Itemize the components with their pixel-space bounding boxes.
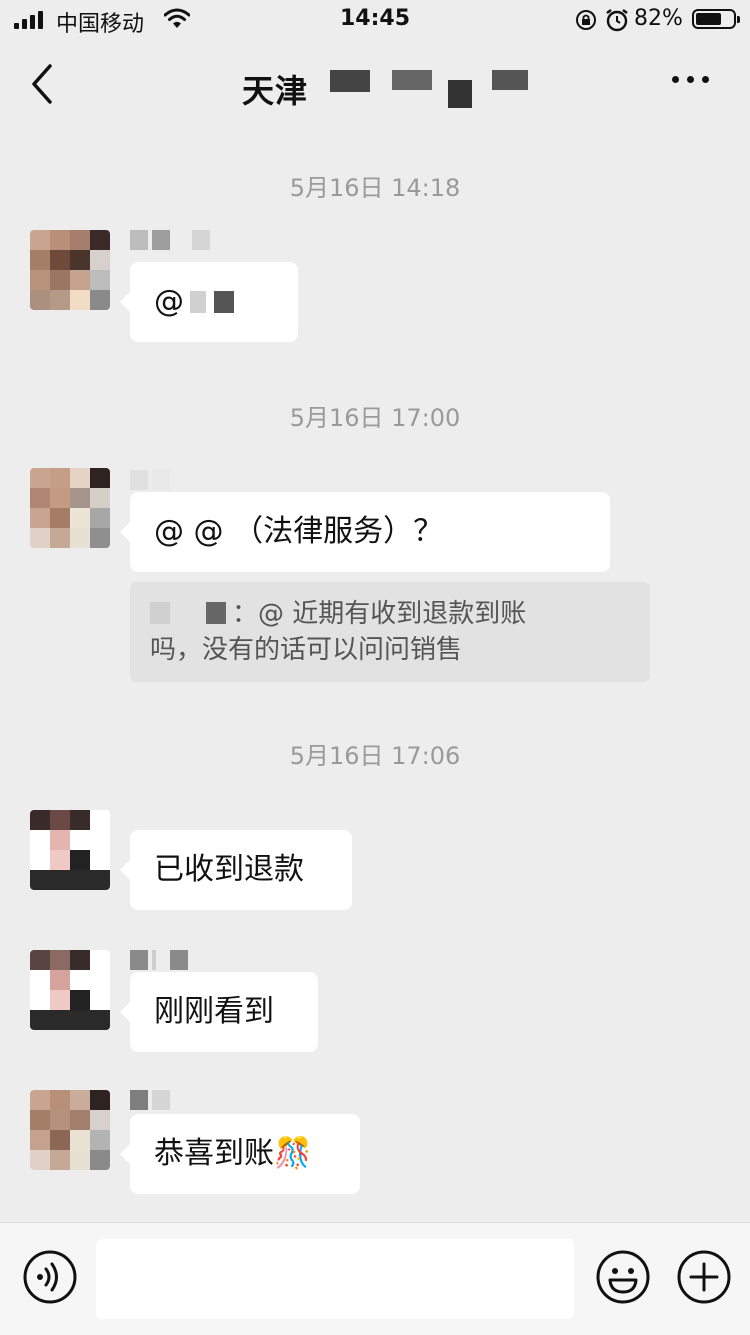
redacted-title <box>448 80 472 108</box>
quote-line-2: 吗，没有的话可以问问销售 <box>150 635 463 665</box>
input-bar <box>0 1222 750 1335</box>
message-bubble[interactable]: @ <box>120 262 298 342</box>
message-input[interactable] <box>96 1239 574 1319</box>
message-bubble[interactable]: 刚刚看到 <box>120 972 318 1052</box>
redacted-text <box>150 602 170 624</box>
timestamp: 5月16日 17:00 <box>289 404 461 432</box>
sender-name <box>130 230 210 250</box>
redacted-text <box>206 602 226 624</box>
message-text: 刚刚看到 <box>154 994 274 1029</box>
emoji-icon[interactable] <box>595 1249 651 1305</box>
message-bubble[interactable]: 恭喜到账🎊 <box>120 1114 360 1194</box>
more-dots-icon[interactable] <box>672 76 709 83</box>
message-list[interactable]: 5月16日 14:18 @ 5月16日 17:00 @ @ （法律服务）？ ：@… <box>0 128 750 1222</box>
avatar[interactable] <box>30 230 110 310</box>
redacted-title <box>392 70 432 90</box>
message-bubble[interactable]: @ @ （法律服务）？ <box>120 492 610 572</box>
chat-title: 天津 <box>242 72 309 110</box>
message-text: @ @ （法律服务）？ <box>154 514 444 549</box>
redacted-text <box>190 291 206 313</box>
message-bubble[interactable]: 已收到退款 <box>120 830 352 910</box>
avatar[interactable] <box>30 810 110 890</box>
battery-icon <box>692 9 740 29</box>
redacted-text <box>214 291 234 313</box>
chat-header: 天津 <box>0 40 750 128</box>
message-text: @ <box>154 284 184 319</box>
sender-name <box>130 950 188 970</box>
alarm-icon <box>606 9 628 32</box>
quote-line-1: ：@ 近期有收到退款到账 <box>150 596 630 632</box>
sender-name <box>130 470 170 490</box>
timestamp: 5月16日 14:18 <box>289 174 461 202</box>
avatar[interactable] <box>30 1090 110 1170</box>
plus-icon[interactable] <box>676 1249 732 1305</box>
rotation-lock-icon <box>576 10 596 30</box>
sender-name <box>130 1090 170 1110</box>
redacted-title <box>492 70 528 90</box>
chevron-left-icon[interactable] <box>28 62 56 106</box>
avatar[interactable] <box>30 468 110 548</box>
status-bar: 中国移动 14:45 82% <box>0 0 750 40</box>
avatar[interactable] <box>30 950 110 1030</box>
message-text: 恭喜到账🎊 <box>154 1136 312 1171</box>
timestamp: 5月16日 17:06 <box>289 742 461 770</box>
message-text: 已收到退款 <box>154 852 304 887</box>
voice-icon[interactable] <box>22 1249 78 1305</box>
redacted-title <box>330 70 370 92</box>
quoted-message[interactable]: ：@ 近期有收到退款到账 吗，没有的话可以问问销售 <box>130 582 650 682</box>
battery-percent: 82% <box>634 6 683 31</box>
